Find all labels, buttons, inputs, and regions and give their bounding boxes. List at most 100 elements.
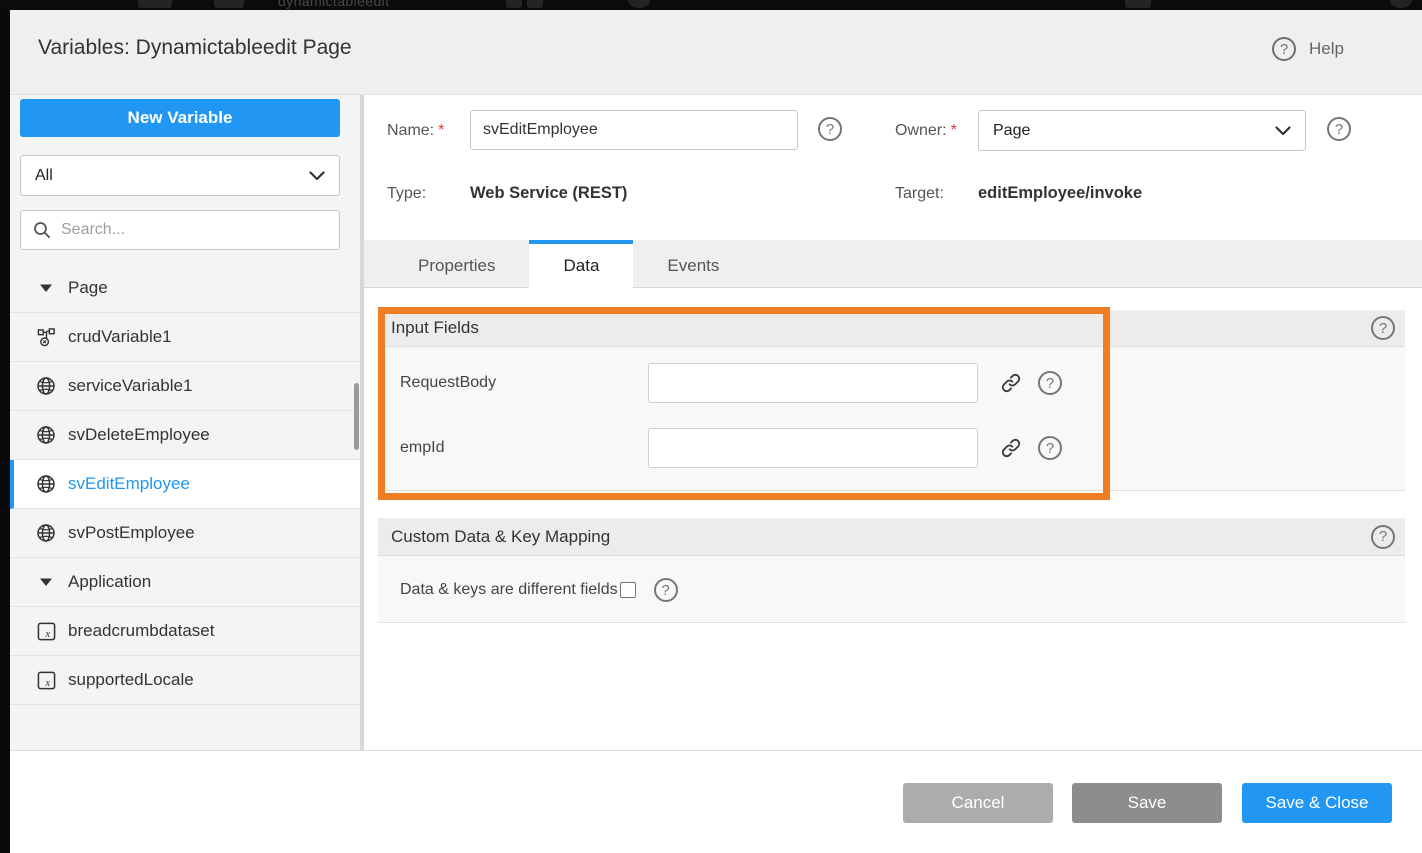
sidebar-item-crudvariable1[interactable]: crudVariable1	[10, 313, 360, 362]
svg-text:x: x	[44, 629, 50, 640]
sidebar-item-label: svDeleteEmployee	[68, 425, 210, 445]
custom-mapping-header: Custom Data & Key Mapping ?	[378, 518, 1405, 556]
model-variable-icon: x	[36, 670, 56, 690]
background-page-name: dynamictableedit	[278, 0, 389, 9]
variable-list: Page crudVariable1	[10, 264, 360, 705]
collapse-triangle-icon	[36, 572, 56, 592]
variables-sidebar: New Variable All Page	[10, 95, 360, 750]
dialog-footer: Cancel Save Save & Close	[10, 750, 1422, 853]
tab-events[interactable]: Events	[633, 240, 753, 287]
input-fields-section: Input Fields ? RequestBody ?	[378, 310, 1405, 491]
search-input[interactable]	[61, 221, 327, 239]
variable-filter-select[interactable]: All	[20, 155, 340, 196]
tab-data[interactable]: Data	[529, 240, 633, 288]
empid-help-icon[interactable]: ?	[1038, 436, 1062, 460]
sidebar-item-sveditemployee-selected[interactable]: svEditEmployee	[10, 460, 360, 509]
help-question-icon[interactable]: ?	[1272, 37, 1296, 61]
requestbody-row: RequestBody ?	[378, 363, 1405, 403]
required-asterisk: *	[951, 122, 957, 139]
tab-properties[interactable]: Properties	[384, 240, 529, 287]
owner-label: Owner:*	[895, 122, 957, 140]
different-fields-checkbox[interactable]	[620, 582, 636, 598]
dialog-title: Variables: Dynamictableedit Page	[38, 36, 352, 60]
required-asterisk: *	[438, 122, 444, 139]
help-button[interactable]: ? Help	[1272, 37, 1344, 61]
sidebar-item-label: svEditEmployee	[68, 474, 190, 494]
sidebar-group-page[interactable]: Page	[10, 264, 360, 313]
sidebar-group-label: Application	[68, 572, 151, 592]
owner-help-icon[interactable]: ?	[1327, 117, 1351, 141]
collapse-triangle-icon	[36, 278, 56, 298]
input-fields-body: RequestBody ? empId	[378, 347, 1405, 490]
background-circle-icon	[628, 0, 650, 8]
save-button[interactable]: Save	[1072, 783, 1222, 823]
sidebar-item-label: serviceVariable1	[68, 376, 192, 396]
background-grid-icon	[506, 0, 522, 8]
sidebar-item-label: crudVariable1	[68, 327, 172, 347]
save-and-close-button[interactable]: Save & Close	[1242, 783, 1392, 823]
different-fields-help-icon[interactable]: ?	[654, 578, 678, 602]
custom-mapping-section: Custom Data & Key Mapping ? Data & keys …	[378, 518, 1405, 623]
requestbody-input[interactable]	[648, 363, 978, 403]
web-service-icon	[36, 425, 56, 445]
bind-link-icon[interactable]	[998, 435, 1024, 461]
background-tool-icon	[1125, 0, 1151, 8]
custom-mapping-body: Data & keys are different fields ?	[378, 556, 1405, 622]
sidebar-item-label: supportedLocale	[68, 670, 194, 690]
sidebar-scrollbar[interactable]	[354, 383, 359, 450]
sidebar-group-label: Page	[68, 278, 108, 298]
variable-filter-value: All	[35, 167, 53, 185]
input-fields-help-icon[interactable]: ?	[1371, 316, 1395, 340]
background-circle-icon	[1390, 0, 1412, 8]
owner-value: Page	[993, 122, 1030, 140]
background-grid-icon	[527, 0, 543, 8]
background-chevron-icon	[138, 0, 172, 8]
detail-tabbar: Properties Data Events	[364, 240, 1422, 288]
name-help-icon[interactable]: ?	[818, 117, 842, 141]
svg-text:x: x	[44, 678, 50, 689]
empid-input[interactable]	[648, 428, 978, 468]
search-icon	[33, 221, 51, 239]
background-toolbar: dynamictableedit	[0, 0, 1422, 10]
sidebar-item-breadcrumbdataset[interactable]: x breadcrumbdataset	[10, 607, 360, 656]
variable-search	[20, 210, 340, 250]
requestbody-help-icon[interactable]: ?	[1038, 371, 1062, 395]
chevron-down-icon	[1275, 126, 1291, 136]
sidebar-item-label: svPostEmployee	[68, 523, 195, 543]
web-service-icon	[36, 474, 56, 494]
chevron-down-icon	[309, 171, 325, 181]
variable-detail-panel: Name:* ? Owner:* Page ? Type: Web Servic…	[364, 95, 1422, 750]
custom-mapping-help-icon[interactable]: ?	[1371, 525, 1395, 549]
type-value: Web Service (REST)	[470, 184, 627, 203]
section-title: Input Fields	[391, 318, 479, 338]
requestbody-label: RequestBody	[400, 374, 496, 392]
different-fields-row: Data & keys are different fields ?	[400, 578, 678, 602]
web-service-icon	[36, 376, 56, 396]
sidebar-item-servicevariable1[interactable]: serviceVariable1	[10, 362, 360, 411]
type-label: Type:	[387, 185, 426, 203]
bind-link-icon[interactable]	[998, 370, 1024, 396]
help-label: Help	[1309, 39, 1344, 59]
target-label: Target:	[895, 185, 944, 203]
sidebar-item-supportedlocale[interactable]: x supportedLocale	[10, 656, 360, 705]
screen: dynamictableedit Variables: Dynamictable…	[0, 0, 1422, 853]
model-variable-icon: x	[36, 621, 56, 641]
dialog-header: Variables: Dynamictableedit Page ? Help	[10, 10, 1422, 95]
owner-select[interactable]: Page	[978, 110, 1306, 151]
web-service-icon	[36, 523, 56, 543]
new-variable-button[interactable]: New Variable	[20, 99, 340, 137]
input-fields-header: Input Fields ?	[378, 310, 1405, 347]
name-input[interactable]	[470, 110, 798, 150]
cancel-button[interactable]: Cancel	[903, 783, 1053, 823]
sidebar-item-svdeleteemployee[interactable]: svDeleteEmployee	[10, 411, 360, 460]
target-value: editEmployee/invoke	[978, 184, 1142, 203]
sidebar-item-svpostemployee[interactable]: svPostEmployee	[10, 509, 360, 558]
empid-label: empId	[400, 439, 444, 457]
crud-variable-icon	[36, 327, 56, 347]
sidebar-item-label: breadcrumbdataset	[68, 621, 214, 641]
section-title: Custom Data & Key Mapping	[391, 527, 610, 547]
sidebar-group-application[interactable]: Application	[10, 558, 360, 607]
background-tool-icon	[214, 0, 244, 8]
name-label: Name:*	[387, 122, 444, 140]
variables-dialog: Variables: Dynamictableedit Page ? Help …	[10, 10, 1422, 853]
